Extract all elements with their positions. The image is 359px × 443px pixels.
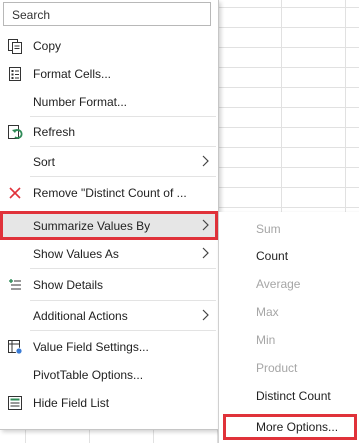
submenu-item-min: Min (219, 327, 359, 353)
menu-item-value-field-settings[interactable]: Value Field Settings... (0, 333, 218, 361)
chevron-right-icon (202, 309, 209, 321)
submenu-item-count[interactable]: Count (219, 243, 359, 269)
menu-item-label: Remove "Distinct Count of ... (33, 186, 187, 200)
menu-item-label: Value Field Settings... (33, 340, 149, 354)
submenu-item-label: Count (256, 249, 289, 263)
submenu-item-label: Average (256, 277, 301, 291)
menu-item-label: Show Details (33, 278, 104, 292)
refresh-icon (8, 125, 23, 139)
chevron-right-icon (202, 219, 209, 231)
menu-item-label: PivotTable Options... (33, 368, 144, 382)
submenu-item-sum: Sum (219, 216, 359, 242)
context-menu: Search Copy Format Cells... Number Forma… (0, 0, 219, 430)
submenu-item-max: Max (219, 299, 359, 325)
menu-separator (30, 330, 216, 331)
submenu-item-label: Max (256, 305, 279, 319)
menu-item-label: Additional Actions (33, 309, 128, 323)
format-cells-icon (9, 67, 21, 81)
field-settings-icon (8, 340, 23, 355)
menu-item-label: Show Values As (33, 247, 119, 261)
menu-item-label: Format Cells... (33, 67, 112, 81)
menu-item-hide-field-list[interactable]: Hide Field List (0, 389, 218, 417)
menu-separator (30, 176, 216, 177)
submenu-item-average: Average (219, 271, 359, 297)
field-list-icon (8, 396, 22, 410)
menu-item-label: Hide Field List (33, 396, 110, 410)
menu-item-number-format[interactable]: Number Format... (0, 88, 218, 116)
menu-item-additional-actions[interactable]: Additional Actions (0, 302, 218, 330)
submenu-item-distinct-count[interactable]: Distinct Count (219, 383, 359, 409)
menu-item-label: Refresh (33, 125, 76, 139)
menu-item-remove-field[interactable]: Remove "Distinct Count of ... (0, 179, 218, 207)
search-placeholder: Search (12, 8, 51, 22)
copy-icon (8, 39, 22, 54)
submenu-item-label: Distinct Count (256, 389, 331, 403)
menu-item-summarize-values-by[interactable]: Summarize Values By (0, 211, 218, 240)
menu-item-show-details[interactable]: Show Details (0, 271, 218, 299)
menu-item-sort[interactable]: Sort (0, 148, 218, 176)
menu-item-copy[interactable]: Copy (0, 32, 218, 60)
menu-item-label: Number Format... (33, 95, 128, 109)
menu-item-pivottable-options[interactable]: PivotTable Options... (0, 361, 218, 389)
menu-item-label: Sort (33, 155, 56, 169)
summarize-values-submenu: Sum Count Average Max Min Product Distin… (218, 212, 359, 443)
menu-item-label: Summarize Values By (33, 219, 151, 233)
menu-separator (30, 300, 216, 301)
submenu-item-label: Sum (256, 222, 281, 236)
remove-x-icon (9, 187, 21, 199)
search-input[interactable]: Search (3, 2, 211, 26)
menu-item-show-values-as[interactable]: Show Values As (0, 240, 218, 268)
submenu-item-label: More Options... (256, 420, 339, 434)
chevron-right-icon (202, 155, 209, 167)
show-details-icon (9, 279, 21, 290)
menu-separator (30, 268, 216, 269)
submenu-item-product: Product (219, 355, 359, 381)
menu-item-label: Copy (33, 39, 62, 53)
menu-item-format-cells[interactable]: Format Cells... (0, 60, 218, 88)
menu-item-refresh[interactable]: Refresh (0, 118, 218, 146)
menu-separator (30, 116, 216, 117)
menu-separator (30, 146, 216, 147)
submenu-item-label: Product (256, 361, 298, 375)
submenu-item-label: Min (256, 333, 276, 347)
chevron-right-icon (202, 247, 209, 259)
submenu-item-more-options[interactable]: More Options... (223, 414, 357, 440)
